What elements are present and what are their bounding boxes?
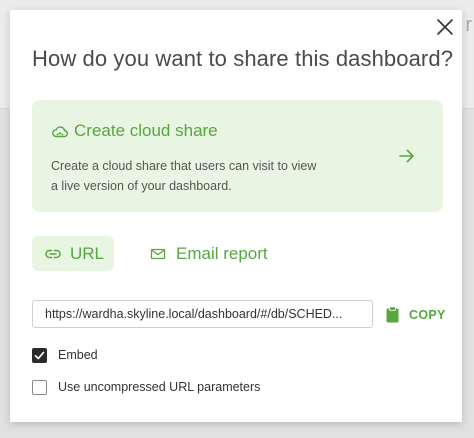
create-cloud-share-card[interactable]: Create cloud share Create a cloud share … (32, 100, 443, 212)
cloud-share-icon (52, 126, 69, 138)
cloud-share-description-line: Create a cloud share that users can visi… (51, 159, 317, 173)
tab-email-report-label: Email report (176, 244, 268, 263)
cloud-share-title: Create cloud share (74, 121, 218, 140)
cloud-share-description: Create a cloud share that users can visi… (51, 156, 351, 196)
tab-url-label: URL (70, 244, 105, 263)
copy-button[interactable]: COPY (384, 306, 448, 324)
arrow-right-icon (399, 149, 414, 163)
link-icon (45, 249, 61, 259)
tab-email-report[interactable]: Email report (142, 236, 282, 271)
embed-checkbox[interactable] (32, 348, 47, 363)
copy-button-label: COPY (409, 308, 446, 322)
clipboard-icon (386, 306, 399, 323)
checkmark-icon (34, 351, 45, 360)
cloud-share-description-line: a live version of your dashboard. (51, 179, 232, 193)
close-button[interactable] (434, 16, 456, 38)
envelope-icon (150, 248, 166, 260)
share-dialog: How do you want to share this dashboard?… (10, 10, 462, 422)
tab-url[interactable]: URL (32, 236, 114, 271)
uncompressed-url-label: Use uncompressed URL parameters (58, 380, 261, 394)
share-url-field[interactable]: https://wardha.skyline.local/dashboard/#… (32, 300, 373, 328)
dialog-title: How do you want to share this dashboard? (32, 46, 454, 71)
uncompressed-url-checkbox[interactable] (32, 380, 47, 395)
backdrop-text: r (465, 14, 472, 36)
embed-label: Embed (58, 348, 98, 362)
close-icon (437, 19, 453, 35)
